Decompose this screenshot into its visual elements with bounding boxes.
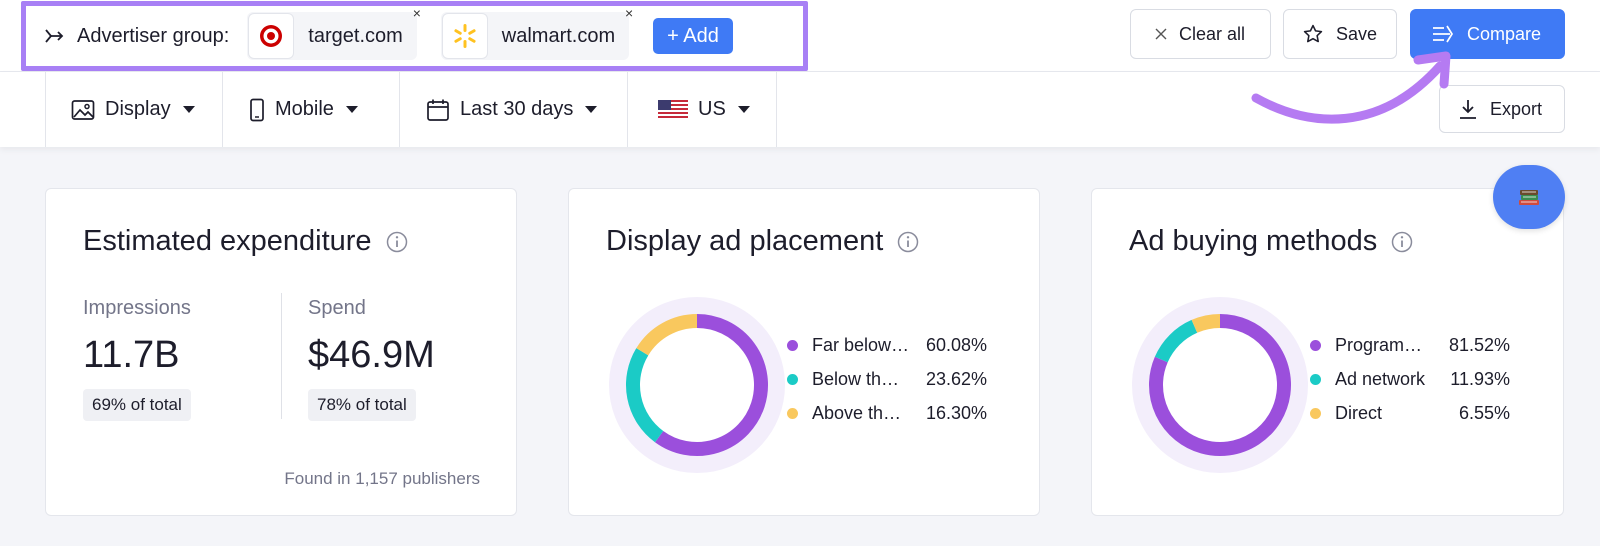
caret-down-icon (737, 106, 750, 113)
device-filter-dropdown[interactable]: Mobile (222, 72, 399, 147)
ad-buying-methods-card: Ad buying methods Program… 81.52% Ad net… (1091, 188, 1564, 516)
country-filter-label: US (698, 98, 726, 120)
legend-dot (1310, 339, 1321, 351)
legend-item[interactable]: Ad network 11.93% (1310, 362, 1510, 396)
spend-metric: Spend $46.9M 78% of total (308, 297, 435, 421)
caret-down-icon (345, 106, 358, 113)
highlight-arrow-icon (1251, 51, 1451, 124)
chip-domain: target.com (308, 24, 403, 47)
target-logo-icon (248, 13, 295, 59)
legend-dot (787, 373, 798, 385)
legend-label: Ad network (1335, 368, 1426, 389)
close-icon[interactable]: × (621, 5, 637, 21)
mobile-icon (250, 98, 264, 121)
advertiser-chip-walmart[interactable]: walmart.com × (440, 5, 633, 60)
legend-label: Above th… (812, 402, 902, 423)
compare-icon (1433, 25, 1454, 43)
card-title: Estimated expenditure (83, 225, 372, 257)
legend-percent: 11.93% (1450, 368, 1510, 389)
metric-value: $46.9M (308, 334, 435, 376)
legend-item[interactable]: Below th… 23.62% (787, 362, 987, 396)
image-icon (71, 99, 95, 120)
us-flag-icon (658, 99, 688, 120)
legend-percent: 81.52% (1448, 334, 1510, 355)
star-icon (1303, 24, 1323, 43)
metric-label: Spend (308, 297, 366, 319)
info-icon[interactable] (1391, 231, 1413, 253)
advertiser-chip-target[interactable]: target.com × (247, 5, 421, 60)
display-filter-dropdown[interactable]: Display (45, 72, 222, 147)
device-filter-label: Mobile (275, 98, 334, 120)
walmart-spark-logo-icon (441, 13, 488, 59)
legend-label: Below th… (812, 368, 900, 389)
clear-all-label: Clear all (1179, 23, 1246, 44)
advertiser-group-label: Advertiser group: (77, 24, 230, 47)
placement-donut-chart (609, 297, 785, 473)
estimated-expenditure-card: Estimated expenditure Impressions 11.7B … (45, 188, 517, 516)
legend-dot (787, 407, 798, 419)
metric-label: Impressions (83, 297, 191, 319)
divider (281, 293, 282, 419)
display-ad-placement-card: Display ad placement Far below… 60.08% B… (568, 188, 1040, 516)
add-advertiser-button[interactable]: + Add (653, 18, 733, 54)
date-range-dropdown[interactable]: Last 30 days (399, 72, 627, 147)
card-title: Display ad placement (606, 225, 884, 257)
compare-label: Compare (1467, 23, 1542, 44)
card-title: Ad buying methods (1129, 225, 1378, 257)
save-label: Save (1336, 23, 1378, 44)
publishers-found-text: Found in 1,157 publishers (284, 469, 480, 488)
export-label: Export (1490, 98, 1543, 119)
advertiser-group: Advertiser group: target.com × walmart.c… (21, 1, 808, 71)
legend-percent: 16.30% (925, 402, 987, 423)
buying-methods-legend: Program… 81.52% Ad network 11.93% Direct… (1310, 328, 1510, 430)
legend-item[interactable]: Program… 81.52% (1310, 328, 1510, 362)
impressions-metric: Impressions 11.7B 69% of total (83, 297, 191, 421)
floating-help-button[interactable] (1493, 165, 1565, 229)
display-filter-label: Display (105, 98, 171, 120)
date-range-label: Last 30 days (460, 98, 574, 120)
legend-percent: 60.08% (925, 334, 987, 355)
close-icon[interactable]: × (409, 5, 425, 21)
buying-methods-donut-chart (1132, 297, 1308, 473)
legend-dot (1310, 407, 1321, 419)
chip-domain: walmart.com (501, 24, 616, 47)
info-icon[interactable] (386, 231, 408, 253)
info-icon[interactable] (897, 231, 919, 253)
caret-down-icon (585, 106, 598, 113)
close-icon (1155, 28, 1167, 40)
caret-down-icon (182, 106, 195, 113)
books-icon (1519, 190, 1539, 205)
country-filter-dropdown[interactable]: US (627, 72, 777, 147)
legend-percent: 23.62% (925, 368, 987, 389)
share-badge: 78% of total (308, 389, 416, 421)
legend-dot (787, 339, 798, 351)
placement-legend: Far below… 60.08% Below th… 23.62% Above… (787, 328, 987, 430)
legend-label: Far below… (812, 334, 910, 355)
arrow-right-icon (45, 29, 64, 43)
legend-item[interactable]: Above th… 16.30% (787, 396, 987, 430)
share-badge: 69% of total (83, 389, 191, 421)
legend-label: Direct (1335, 402, 1383, 423)
legend-dot (1310, 373, 1321, 385)
legend-item[interactable]: Far below… 60.08% (787, 328, 987, 362)
donut-slice-2[interactable] (1191, 314, 1221, 333)
legend-percent: 6.55% (1458, 402, 1510, 423)
calendar-icon (427, 99, 449, 121)
legend-item[interactable]: Direct 6.55% (1310, 396, 1510, 430)
metric-value: 11.7B (83, 334, 180, 376)
legend-label: Program… (1335, 334, 1423, 355)
